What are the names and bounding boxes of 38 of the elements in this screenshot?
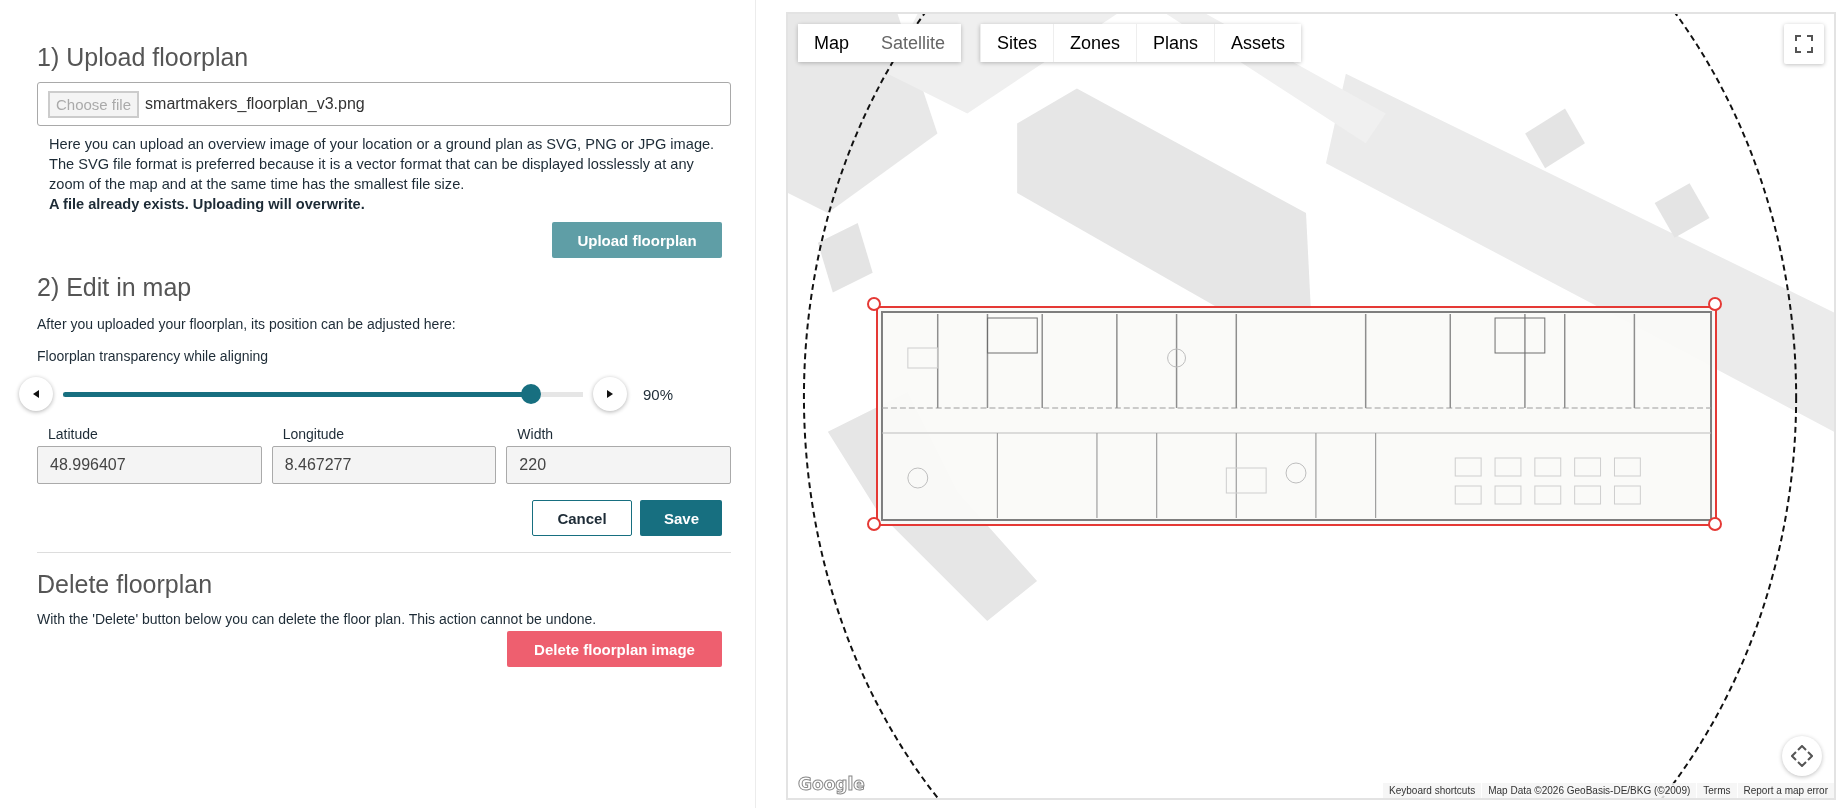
layer-button[interactable]: Assets <box>1214 24 1302 62</box>
input-field[interactable]: 48.996407 <box>37 446 262 484</box>
input-field[interactable]: 220 <box>506 446 731 484</box>
field-label: Width <box>517 426 555 442</box>
file-input[interactable]: Choose file smartmakers_floorplan_v3.png <box>37 82 731 126</box>
layer-button[interactable]: Plans <box>1136 24 1215 62</box>
increase-button[interactable] <box>593 377 627 411</box>
four-arrows-icon <box>1791 745 1813 767</box>
file-name: smartmakers_floorplan_v3.png <box>145 95 365 113</box>
section-heading: 1) Upload floorplan <box>37 42 250 72</box>
field-label: Longitude <box>282 426 346 442</box>
delete-text: With the 'Delete' button below you can delete the floor plan. This action cannot be undone. <box>37 611 598 627</box>
cancel-button[interactable]: Cancel <box>532 500 632 536</box>
slider-label: Floorplan transparency while aligning <box>37 348 270 364</box>
field-label: Latitude <box>48 426 99 442</box>
map-type-tab[interactable]: Map <box>798 24 865 62</box>
fullscreen-button[interactable] <box>1784 24 1824 64</box>
attribution-link[interactable]: Terms <box>1697 783 1737 798</box>
map-type-tab[interactable]: Satellite <box>865 24 962 62</box>
map-logo: Google <box>798 774 865 794</box>
save-button[interactable]: Save <box>640 500 722 536</box>
overwrite-notice: A file already exists. Uploading will overwrite. <box>49 195 366 214</box>
attribution-link[interactable]: Report a map error <box>1737 783 1834 798</box>
attribution-link[interactable]: Map Data ©2026 GeoBasis-DE/BKG (©2009) <box>1482 783 1697 798</box>
transparency-value: 90% <box>643 385 674 403</box>
decrease-button[interactable] <box>19 377 53 411</box>
input-field[interactable]: 8.467277 <box>271 446 497 484</box>
intro-text: After you uploaded your floorplan, its position can be adjusted here: <box>37 316 457 332</box>
section-heading: Delete floorplan <box>37 569 214 599</box>
layer-button[interactable]: Sites <box>980 24 1054 62</box>
left-triangle-icon <box>33 390 39 398</box>
fullscreen-icon <box>1795 35 1813 53</box>
section-heading: 2) Edit in map <box>37 272 193 302</box>
attribution-link[interactable]: Keyboard shortcuts <box>1383 783 1482 798</box>
slider-thumb[interactable] <box>521 384 541 404</box>
layer-button[interactable]: Zones <box>1053 24 1137 62</box>
help-text: Here you can upload an overview image of your location or a ground plan as SVG, PNG or JPG image. The SVG file format is preferred because it is a vector format that can be displayed losslessly at any zoom of the map and at the same time has the smallest file size. <box>49 135 716 194</box>
right-triangle-icon <box>607 390 613 398</box>
